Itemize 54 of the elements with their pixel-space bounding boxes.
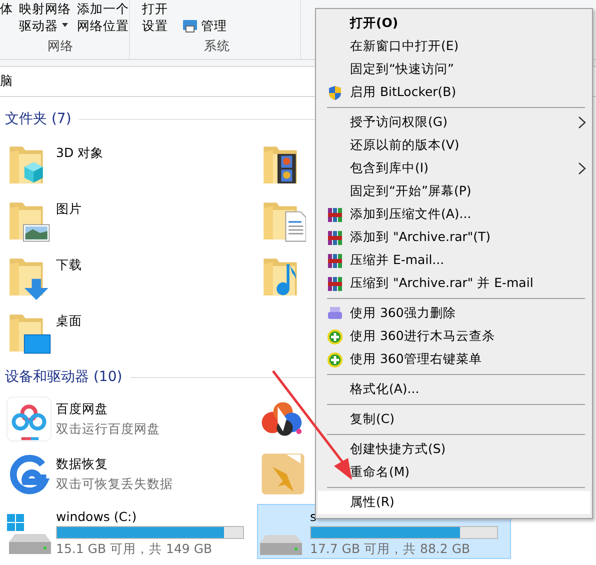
ribbon-button[interactable]: 添加一个 网络位置 (77, 0, 129, 36)
books-stack-icon (327, 276, 343, 292)
drive-tile[interactable]: windows (C:) 15.1 GB 可用，共 149 GB (3, 504, 257, 559)
app-name: 百度网盘 (56, 401, 109, 418)
app-name: 数据恢复 (56, 456, 109, 473)
menu-item[interactable]: 固定到“开始”屏幕(P) (316, 180, 592, 203)
menu-item[interactable]: 压缩并 E-mail... (316, 249, 592, 272)
menu-item[interactable]: 包含到库中(I) (316, 157, 592, 180)
ribbon-group-label: 系统 (203, 38, 231, 55)
section-heading[interactable]: 设备和驱动器 (10) (5, 368, 122, 386)
address-text: 脑 (0, 73, 13, 90)
menu-item[interactable]: 使用 360强力删除 (316, 302, 592, 325)
windows-drive-icon (6, 513, 52, 555)
menu-item[interactable]: 还原以前的版本(V) (316, 134, 592, 157)
computer-manage-icon (182, 18, 198, 32)
folder-name: 桌面 (56, 313, 83, 330)
menu-item[interactable]: 打开(O) (316, 12, 592, 35)
books-stack-icon (327, 230, 343, 246)
books-stack-icon (327, 253, 343, 269)
folder-name: 3D 对象 (56, 145, 105, 162)
menu-item[interactable]: 使用 360进行木马云查杀 (316, 325, 592, 348)
ribbon-button[interactable]: 映射网络 驱动器 (19, 0, 71, 36)
ribbon-button[interactable]: 管理 (182, 0, 227, 36)
shield-icon (327, 85, 343, 101)
ribbon-button[interactable]: 打开 设置 (142, 0, 168, 36)
ribbon-button[interactable]: 体 (0, 0, 13, 36)
books-stack-icon (327, 207, 343, 223)
drive-icon (260, 535, 302, 555)
ribbon-group-label: 网络 (46, 38, 74, 55)
folder-name: 图片 (56, 201, 83, 218)
menu-item[interactable]: 复制(C) (316, 408, 592, 431)
plus-circle-icon (327, 329, 343, 345)
drive-name: windows (C:) (56, 509, 138, 524)
free-space-text: 15.1 GB 可用，共 149 GB (56, 541, 214, 558)
menu-item[interactable]: 启用 BitLocker(B) (316, 81, 592, 104)
menu-item[interactable]: 添加到压缩文件(A)... (316, 203, 592, 226)
folder-name: 下载 (56, 257, 83, 274)
section-heading[interactable]: 文件夹 (7) (5, 110, 72, 128)
menu-item[interactable]: 使用 360管理右键菜单 (316, 348, 592, 371)
cloud-app-icon (6, 395, 52, 443)
menu-item[interactable]: 授予访问权限(G) (316, 111, 592, 134)
app-description: 双击运行百度网盘 (56, 421, 161, 438)
menu-item[interactable]: 属性(R) (318, 491, 590, 514)
menu-item[interactable]: 固定到“快速访问” (316, 58, 592, 81)
menu-item[interactable]: 添加到 "Archive.rar"(T) (316, 226, 592, 249)
menu-item[interactable]: 格式化(A)... (316, 378, 592, 401)
menu-item[interactable]: 创建快捷方式(S) (316, 438, 592, 461)
shredder-icon (327, 306, 343, 322)
plus-circle-icon (327, 352, 343, 368)
menu-item[interactable]: 在新窗口中打开(E) (316, 35, 592, 58)
menu-item[interactable]: 重命名(M) (316, 461, 592, 484)
app-description: 双击可恢复丢失数据 (56, 476, 174, 493)
menu-item[interactable]: 压缩到 "Archive.rar" 并 E-mail (316, 272, 592, 295)
free-space-text: 17.7 GB 可用，共 88.2 GB (310, 541, 472, 558)
